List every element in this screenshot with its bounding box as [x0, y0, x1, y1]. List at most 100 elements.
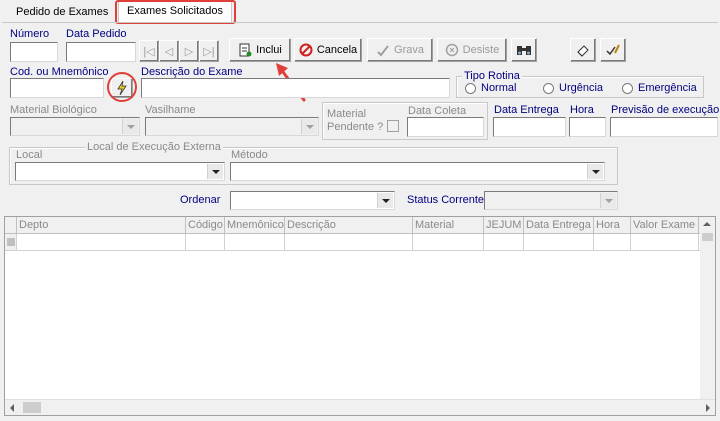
grid-cell[interactable] — [524, 234, 594, 251]
erase-button[interactable] — [570, 38, 596, 62]
next-icon: ▷ — [184, 45, 194, 58]
cancela-button[interactable]: Cancela — [294, 38, 362, 62]
grid-col-jejum[interactable]: JEJUM — [484, 217, 524, 234]
material-pendente-label-1: Material — [327, 108, 367, 120]
tab-pedido-de-exames[interactable]: Pedido de Exames — [8, 3, 117, 23]
scroll-up-icon[interactable] — [703, 222, 711, 226]
status-corrente-dropdown-icon — [600, 193, 616, 208]
current-row-icon — [7, 238, 15, 246]
descricao-exame-input[interactable] — [141, 78, 450, 98]
metodo-select[interactable] — [230, 162, 605, 181]
eraser-icon — [577, 45, 589, 57]
vasilhame-select[interactable] — [145, 117, 319, 136]
grid-col-hora[interactable]: Hora — [594, 217, 631, 234]
lookup-button[interactable] — [511, 38, 537, 62]
data-coleta-label: Data Coleta — [408, 105, 467, 117]
next-record-button[interactable]: ▷ — [179, 40, 199, 62]
last-icon: ▷| — [203, 45, 215, 58]
prev-record-button[interactable]: ◁ — [159, 40, 179, 62]
tab-panel-border — [2, 22, 718, 23]
material-pendente-label-2: Pendente ? — [327, 121, 384, 133]
data-entrega-label: Data Entrega — [494, 104, 559, 116]
desiste-button[interactable]: Desiste — [437, 38, 507, 62]
grid-col-material[interactable]: Material — [413, 217, 484, 234]
grava-button[interactable]: Grava — [367, 38, 433, 62]
horizontal-scrollbar[interactable] — [5, 399, 715, 415]
radio-emergencia-circle[interactable] — [622, 82, 633, 94]
grid-cell[interactable] — [186, 234, 225, 251]
radio-emergencia-label: Emergência — [638, 82, 697, 94]
radio-normal-label: Normal — [481, 82, 517, 94]
ordenar-select[interactable] — [230, 191, 395, 210]
data-coleta-input[interactable] — [407, 117, 484, 137]
metodo-dropdown-icon — [587, 164, 603, 179]
grid-cell[interactable] — [17, 234, 186, 251]
grid-col-valor-exame[interactable]: Valor Exame — [631, 217, 699, 234]
vasilhame-dropdown-icon — [301, 119, 317, 134]
grid-indicator-header — [5, 217, 17, 234]
radio-urgencia-label: Urgência — [559, 82, 604, 94]
scroll-h-thumb[interactable] — [23, 402, 41, 413]
previsao-label: Previsão de execução — [611, 104, 720, 116]
last-record-button[interactable]: ▷| — [199, 40, 219, 62]
grid-col-data-entrega[interactable]: Data Entrega — [524, 217, 594, 234]
numero-label: Número — [10, 28, 50, 40]
grid-col-mnemonico[interactable]: Mnemônico — [225, 217, 285, 234]
grid-col-descricao[interactable]: Descrição — [285, 217, 413, 234]
status-corrente-label: Status Corrente: — [407, 194, 488, 206]
data-pedido-input[interactable] — [66, 42, 136, 62]
lightning-highlight-circle — [107, 72, 137, 102]
tipo-rotina-label: Tipo Rotina — [462, 70, 522, 82]
inclui-button[interactable]: Inclui — [229, 38, 291, 62]
undo-icon — [445, 43, 458, 57]
radio-normal-circle[interactable] — [465, 82, 476, 94]
ordenar-label: Ordenar — [180, 194, 221, 206]
local-dropdown-icon — [207, 164, 223, 179]
metodo-label: Método — [231, 149, 268, 161]
first-record-button[interactable]: |◁ — [139, 40, 159, 62]
radio-emergencia[interactable]: Emergência — [622, 82, 697, 94]
hora-label: Hora — [570, 104, 594, 116]
grid-cell[interactable] — [413, 234, 484, 251]
status-corrente-select[interactable] — [484, 191, 618, 210]
tab-highlight-box — [115, 0, 236, 24]
cancela-label: Cancela — [316, 44, 358, 56]
material-biologico-dropdown-icon — [122, 119, 138, 134]
scroll-thumb[interactable] — [702, 233, 713, 241]
grid-row-indicator — [5, 234, 17, 251]
grid-col-codigo[interactable]: Código — [186, 217, 225, 234]
grid-cell[interactable] — [285, 234, 413, 251]
cod-mnemonico-input[interactable] — [10, 78, 104, 98]
hora-input[interactable] — [569, 117, 606, 137]
local-execucao-group-label: Local de Execução Externa — [85, 141, 223, 153]
radio-normal[interactable]: Normal — [465, 82, 516, 94]
grid-cell[interactable] — [594, 234, 631, 251]
grid-col-depto[interactable]: Depto — [17, 217, 186, 234]
radio-urgencia[interactable]: Urgência — [543, 82, 603, 94]
material-pendente-checkbox[interactable] — [387, 120, 399, 132]
grava-label: Grava — [394, 44, 424, 56]
local-label: Local — [16, 149, 43, 161]
previsao-input[interactable] — [610, 117, 718, 137]
scroll-left-icon[interactable] — [10, 404, 14, 412]
inclui-label: Inclui — [256, 44, 282, 56]
document-add-icon — [239, 43, 252, 57]
grid-cell[interactable] — [484, 234, 524, 251]
save-icon — [377, 45, 389, 57]
scroll-right-icon[interactable] — [706, 404, 710, 412]
data-pedido-label: Data Pedido — [66, 28, 127, 40]
grid-cell[interactable] — [631, 234, 699, 251]
grid-cell[interactable] — [225, 234, 285, 251]
prev-icon: ◁ — [164, 45, 174, 58]
data-entrega-input[interactable] — [493, 117, 566, 137]
material-biologico-select[interactable] — [10, 117, 140, 136]
first-icon: |◁ — [143, 45, 155, 58]
sign-button[interactable] — [600, 38, 626, 62]
material-biologico-label: Material Biológico — [10, 104, 97, 116]
local-select[interactable] — [15, 162, 225, 181]
vertical-scrollbar[interactable] — [700, 217, 715, 399]
binoculars-icon — [517, 46, 531, 55]
vasilhame-label: Vasilhame — [145, 104, 196, 116]
radio-urgencia-circle[interactable] — [543, 82, 554, 94]
numero-input[interactable] — [10, 42, 58, 62]
